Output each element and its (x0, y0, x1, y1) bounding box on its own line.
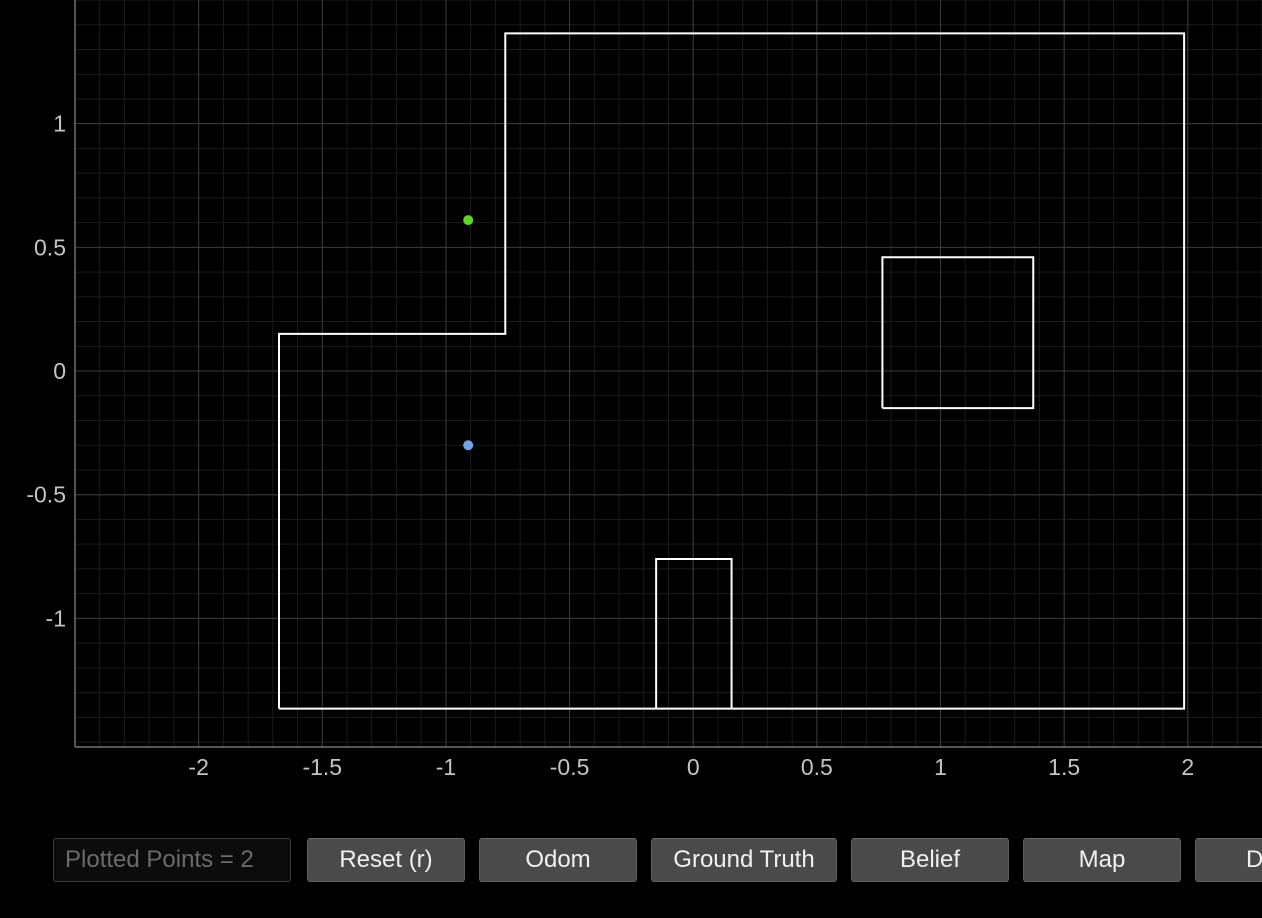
x-tick-label: -2 (188, 754, 208, 780)
map-button[interactable]: Map (1023, 838, 1181, 882)
x-tick-label: 1 (934, 754, 947, 780)
plot-area[interactable]: -2 -1.5 -1 -0.5 0 0.5 1 1.5 2 -1 -0.5 0 0.5 1 (0, 0, 1262, 800)
reset-button[interactable]: Reset (r) (307, 838, 465, 882)
y-tick-labels: -1 -0.5 0 0.5 1 (26, 111, 66, 632)
x-tick-label: -1.5 (302, 754, 342, 780)
box-obstacle (881, 256, 1035, 410)
toolbar: Plotted Points = 2 Reset (r) Odom Ground… (0, 836, 1262, 886)
x-tick-label: -0.5 (550, 754, 590, 780)
x-tick-label: 1.5 (1048, 754, 1080, 780)
x-tick-label: 2 (1181, 754, 1194, 780)
x-tick-label: 0.5 (801, 754, 833, 780)
y-tick-label: -0.5 (26, 482, 66, 508)
d-button[interactable]: D (1195, 838, 1262, 882)
minor-grid (74, 0, 1262, 747)
y-tick-label: 1 (53, 111, 66, 137)
x-tick-labels: -2 -1.5 -1 -0.5 0 0.5 1 1.5 2 (188, 754, 1194, 780)
odom-button[interactable]: Odom (479, 838, 637, 882)
bottom-obstacle (655, 558, 733, 709)
y-tick-label: 0.5 (34, 234, 66, 260)
blue-point (463, 440, 474, 451)
ground-truth-button[interactable]: Ground Truth (651, 838, 837, 882)
x-tick-label: 0 (687, 754, 700, 780)
y-tick-label: -1 (46, 605, 66, 631)
plotted-points (463, 215, 474, 451)
y-tick-label: 0 (53, 358, 66, 384)
belief-button[interactable]: Belief (851, 838, 1009, 882)
plotted-points-readout: Plotted Points = 2 (53, 838, 291, 882)
green-point (463, 215, 474, 226)
x-tick-label: -1 (436, 754, 456, 780)
